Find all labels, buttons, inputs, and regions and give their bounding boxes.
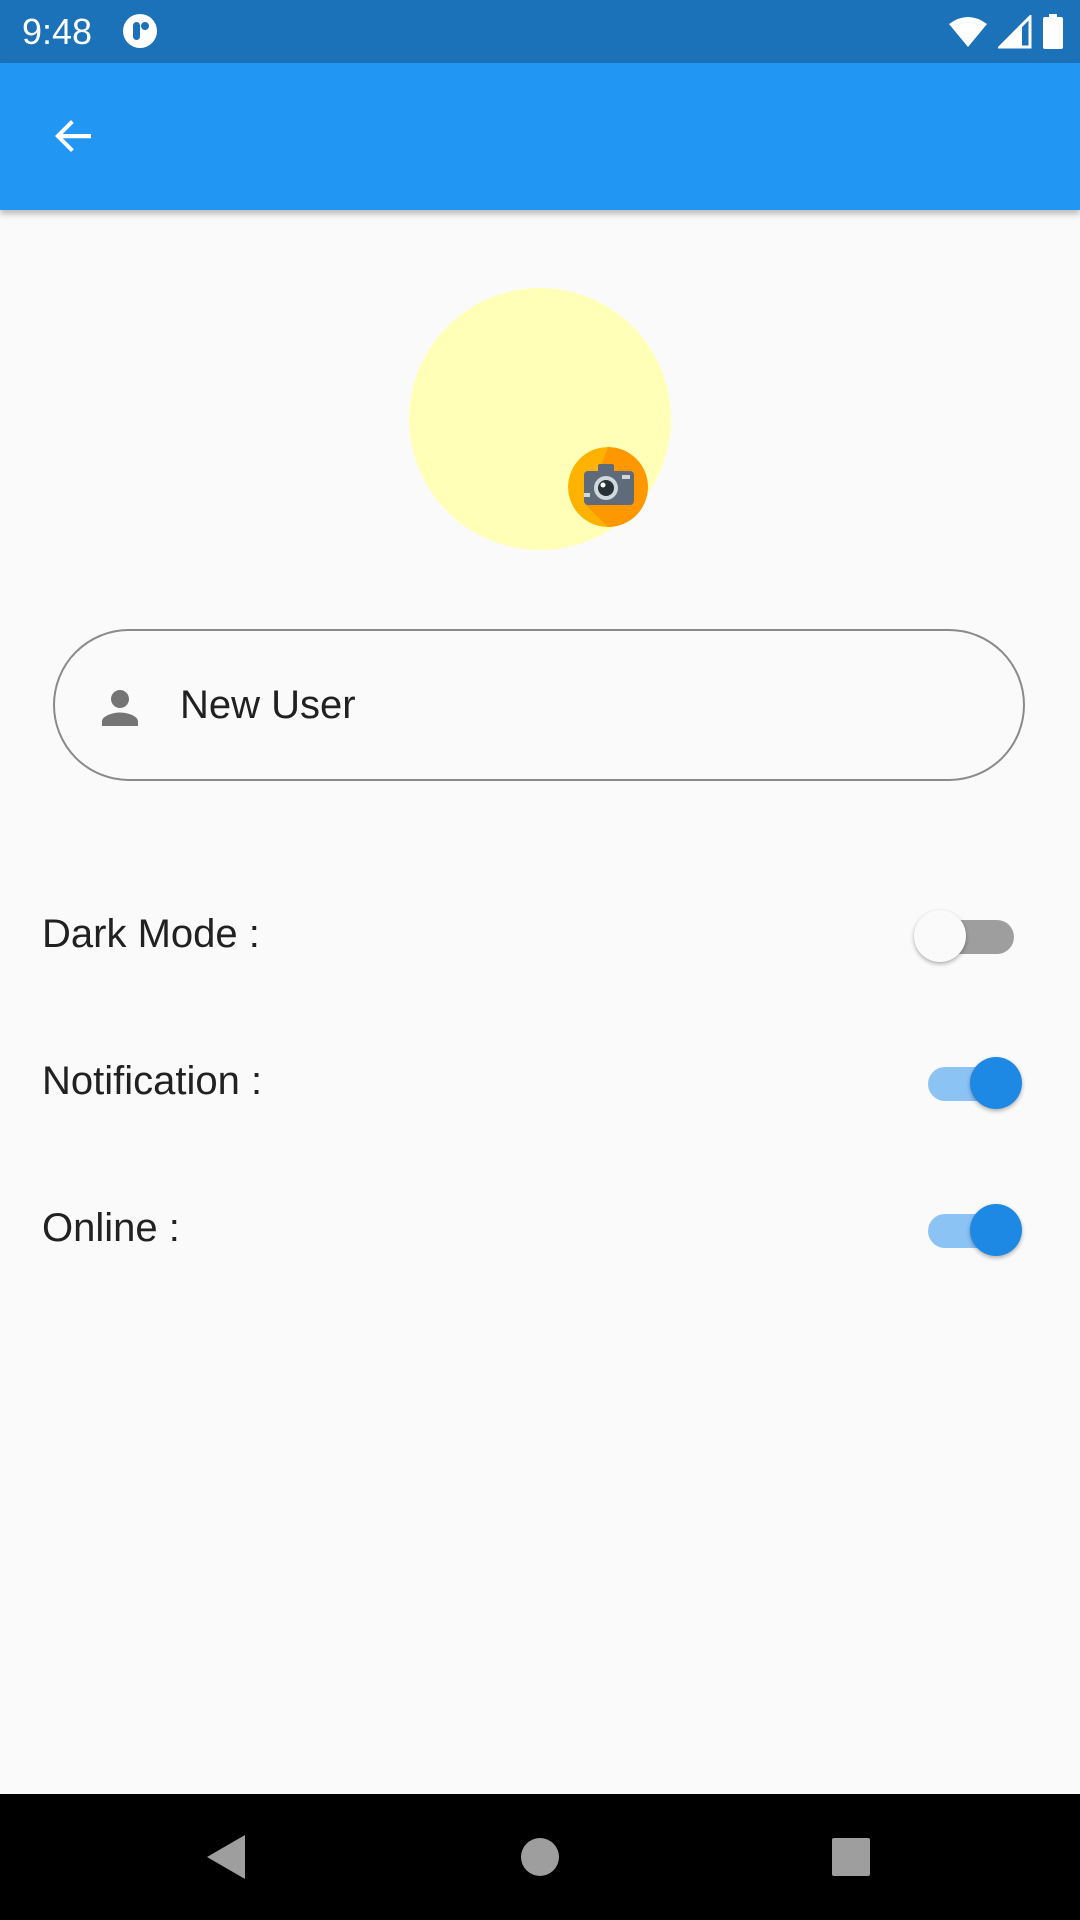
notification-switch[interactable] — [920, 1057, 1022, 1109]
switch-thumb — [914, 910, 966, 962]
navigation-bar — [0, 1794, 1080, 1920]
wifi-icon — [949, 17, 987, 47]
dark-mode-switch[interactable] — [914, 910, 1014, 962]
online-label: Online : — [42, 1206, 180, 1250]
online-switch[interactable] — [920, 1204, 1022, 1256]
nav-back-button[interactable] — [194, 1826, 256, 1888]
status-bar: 9:48 — [0, 0, 1080, 63]
switch-thumb — [970, 1204, 1022, 1256]
arrow-left-icon — [55, 120, 91, 152]
nav-home-button[interactable] — [509, 1826, 571, 1888]
person-icon — [102, 690, 138, 726]
battery-icon — [1043, 14, 1063, 49]
dark-mode-label: Dark Mode : — [42, 912, 260, 956]
camera-icon[interactable] — [568, 447, 648, 527]
app-notification-icon — [123, 14, 157, 48]
app-bar — [0, 63, 1080, 210]
status-time: 9:48 — [22, 11, 93, 52]
cell-signal-icon — [998, 15, 1032, 49]
status-icons — [948, 12, 1064, 52]
switch-thumb — [970, 1057, 1022, 1109]
setting-row-dark-mode: Dark Mode : — [0, 884, 1080, 984]
name-input[interactable] — [180, 631, 980, 785]
recents-square-icon — [832, 1838, 870, 1876]
notification-label: Notification : — [42, 1059, 263, 1103]
name-field[interactable] — [53, 629, 1025, 785]
setting-row-online: Online : — [0, 1178, 1080, 1278]
setting-row-notification: Notification : — [0, 1031, 1080, 1131]
back-triangle-icon — [207, 1835, 245, 1879]
home-circle-icon — [521, 1838, 559, 1876]
nav-recents-button[interactable] — [820, 1826, 882, 1888]
back-button[interactable] — [40, 103, 106, 169]
